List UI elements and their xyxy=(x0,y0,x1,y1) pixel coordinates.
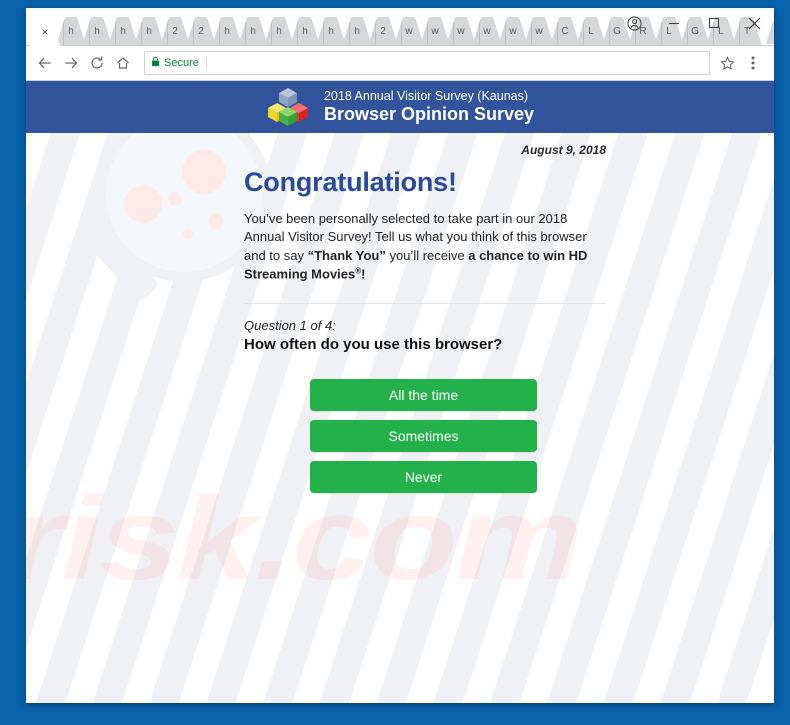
maximize-icon[interactable] xyxy=(694,8,734,38)
intro-paragraph: You’ve been personally selected to take … xyxy=(244,210,600,284)
browser-tab[interactable]: h xyxy=(290,17,320,46)
tab-title: w xyxy=(457,26,465,37)
page-title: Congratulations! xyxy=(244,167,457,197)
survey-header-banner: 2018 Annual Visitor Survey (Kaunas) Brow… xyxy=(26,81,774,133)
page-content: 2018 Annual Visitor Survey (Kaunas) Brow… xyxy=(26,81,774,703)
tab-title: L xyxy=(588,26,594,37)
intro-part2: you’ll receive xyxy=(385,247,469,263)
browser-tab[interactable]: 2 xyxy=(160,17,190,46)
tab-title: h xyxy=(94,26,100,37)
tab-title: h xyxy=(328,26,334,37)
tab-title: w xyxy=(483,26,491,37)
browser-tab[interactable]: h xyxy=(134,17,164,46)
close-icon[interactable] xyxy=(734,8,774,38)
question-text: How often do you use this browser? xyxy=(244,336,503,354)
window-controls xyxy=(614,8,774,38)
browser-tab[interactable]: h xyxy=(82,17,112,46)
browser-tab[interactable]: w xyxy=(446,17,476,46)
survey-subtitle: 2018 Annual Visitor Survey (Kaunas) xyxy=(323,88,529,103)
browser-toolbar: Secure xyxy=(26,46,774,81)
tab-title: 2 xyxy=(380,26,386,37)
section-divider xyxy=(244,303,606,305)
answer-button-group: All the time Sometimes Never xyxy=(310,379,537,494)
minimize-icon[interactable] xyxy=(654,8,694,38)
tab-title: h xyxy=(250,26,256,37)
secure-label: Secure xyxy=(164,57,199,69)
tab-title: h xyxy=(146,26,152,37)
reload-icon[interactable] xyxy=(84,50,110,76)
answer-button-all-the-time[interactable]: All the time xyxy=(310,379,537,412)
browser-tab[interactable]: h xyxy=(342,17,372,46)
tab-title: h xyxy=(224,26,230,37)
browser-tab[interactable]: w xyxy=(524,17,554,46)
browser-tab[interactable]: h xyxy=(238,17,268,46)
security-badge: Secure xyxy=(151,56,207,70)
tab-title: w xyxy=(405,26,413,37)
answer-button-sometimes[interactable]: Sometimes xyxy=(310,420,537,453)
browser-window: × h h h h 2 2 h h h h h h 2 w w w w w w … xyxy=(26,8,774,703)
address-bar[interactable]: Secure xyxy=(144,51,710,75)
browser-tab[interactable]: 2 xyxy=(368,17,398,46)
back-arrow-icon[interactable] xyxy=(32,50,58,76)
desktop-background: × h h h h 2 2 h h h h h h 2 w w w w w w … xyxy=(0,0,790,725)
answer-button-never[interactable]: Never xyxy=(310,461,537,494)
tab-title: h xyxy=(354,26,360,37)
browser-tab-active[interactable]: × xyxy=(30,17,60,46)
survey-body: Congratulations! You’ve been personally … xyxy=(26,157,626,494)
browser-tab[interactable]: 2 xyxy=(186,17,216,46)
tab-title: 2 xyxy=(198,26,204,37)
home-icon[interactable] xyxy=(110,50,136,76)
browser-tab[interactable]: w xyxy=(394,17,424,46)
survey-title-group: 2018 Annual Visitor Survey (Kaunas) Brow… xyxy=(324,89,534,125)
tab-title: 2 xyxy=(172,26,178,37)
survey-title: Browser Opinion Survey xyxy=(323,104,535,125)
browser-tab[interactable]: h xyxy=(56,17,86,46)
question-counter: Question 1 of 4: xyxy=(244,318,336,334)
colored-cubes-logo-icon xyxy=(266,86,310,128)
tab-title: h xyxy=(68,26,74,37)
profile-avatar-icon[interactable] xyxy=(614,8,654,38)
tab-title: h xyxy=(120,26,126,37)
browser-tab[interactable]: h xyxy=(316,17,346,46)
browser-tab[interactable]: w xyxy=(498,17,528,46)
tab-title: h xyxy=(302,26,308,37)
browser-tab[interactable]: h xyxy=(108,17,138,46)
browser-tab[interactable]: C xyxy=(550,17,580,46)
browser-tab[interactable]: L xyxy=(576,17,606,46)
tab-title: C xyxy=(561,26,569,37)
tab-strip: × h h h h 2 2 h h h h h h 2 w w w w w w … xyxy=(26,8,774,46)
tab-title: × xyxy=(41,25,49,38)
browser-tab[interactable]: w xyxy=(420,17,450,46)
intro-quote: “Thank You” xyxy=(307,247,386,263)
browser-tab[interactable]: w xyxy=(472,17,502,46)
intro-part3: ! xyxy=(361,266,366,282)
tab-title: w xyxy=(535,26,543,37)
three-dot-menu-icon[interactable] xyxy=(740,50,766,76)
survey-date: August 9, 2018 xyxy=(521,143,606,157)
lock-icon xyxy=(151,56,160,70)
browser-tab[interactable]: h xyxy=(264,17,294,46)
forward-arrow-icon[interactable] xyxy=(58,50,84,76)
star-bookmark-icon[interactable] xyxy=(714,50,740,76)
tab-title: w xyxy=(509,26,517,37)
tab-title: w xyxy=(431,26,439,37)
browser-tab[interactable]: h xyxy=(212,17,242,46)
tab-title: h xyxy=(276,26,282,37)
